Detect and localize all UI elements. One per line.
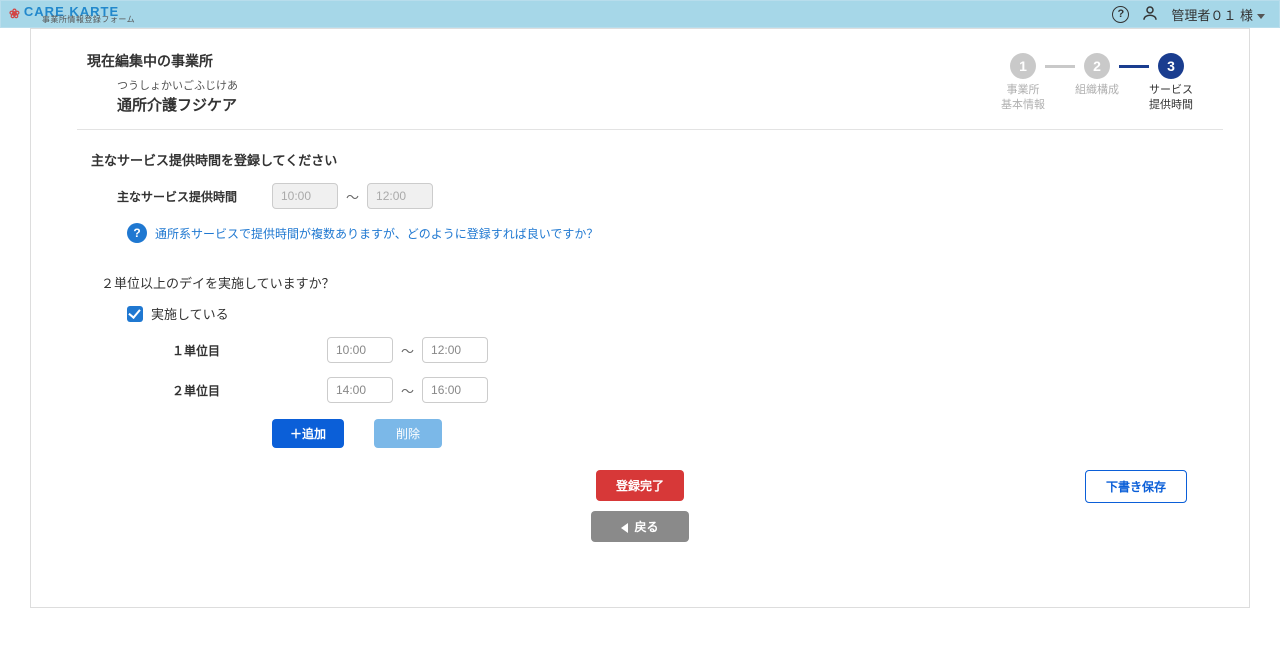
step3-circle: 3: [1158, 53, 1184, 79]
help-icon[interactable]: ?: [1112, 6, 1129, 23]
topbar-right: ? 管理者０１ 様: [1112, 4, 1265, 25]
help-text: 通所系サービスで提供時間が複数ありますが、どのように登録すれば良いですか？: [155, 225, 598, 242]
tilde: 〜: [401, 381, 414, 400]
person-icon: [1141, 4, 1159, 25]
facility-ruby: つうしょかいごふじけあ: [117, 77, 238, 93]
step1-label: 事業所基本情報: [1001, 83, 1045, 113]
back-button[interactable]: 戻る: [591, 511, 688, 542]
step3-label: サービス提供時間: [1149, 83, 1193, 113]
editing-heading: 現在編集中の事業所: [87, 51, 238, 71]
step-connector: [1119, 65, 1149, 68]
main-time-from[interactable]: [272, 183, 338, 209]
separator: [77, 129, 1223, 130]
brand-block: ❀ CARE KARTE 事業所情報登録フォーム: [9, 5, 135, 24]
back-label: 戻る: [634, 520, 658, 534]
unit1-from[interactable]: [327, 337, 393, 363]
topbar: ❀ CARE KARTE 事業所情報登録フォーム ? 管理者０１ 様: [0, 0, 1280, 28]
checkbox-label: 実施している: [151, 304, 229, 323]
tilde: 〜: [401, 341, 414, 360]
question-mark-icon: ?: [127, 223, 147, 243]
unit1-label: １単位目: [172, 342, 327, 359]
user-menu[interactable]: 管理者０１ 様: [1171, 5, 1265, 24]
implementing-checkbox[interactable]: 実施している: [127, 304, 1193, 323]
delete-button[interactable]: 削除: [374, 419, 442, 448]
brand-logo-icon: ❀: [9, 6, 20, 22]
main-time-to[interactable]: [367, 183, 433, 209]
checkbox-icon: [127, 306, 143, 322]
main-time-label: 主なサービス提供時間: [117, 188, 272, 205]
user-name: 管理者０１ 様: [1171, 8, 1253, 23]
page-card: 現在編集中の事業所 つうしょかいごふじけあ 通所介護フジケア 1 事業所基本情報…: [30, 28, 1250, 608]
draft-save-button[interactable]: 下書き保存: [1085, 470, 1187, 503]
step2-label: 組織構成: [1075, 83, 1119, 98]
chevron-down-icon: [1257, 14, 1265, 19]
step2-circle: 2: [1084, 53, 1110, 79]
unit1-to[interactable]: [422, 337, 488, 363]
multi-unit-question: ２単位以上のデイを実施していますか？: [101, 273, 1193, 292]
register-button[interactable]: 登録完了: [596, 470, 684, 501]
facility-name: 通所介護フジケア: [117, 94, 238, 115]
add-button[interactable]: ＋追加: [272, 419, 344, 448]
help-link[interactable]: ? 通所系サービスで提供時間が複数ありますが、どのように登録すれば良いですか？: [127, 223, 1193, 243]
unit2-label: ２単位目: [172, 382, 327, 399]
tilde: 〜: [346, 187, 359, 206]
brand-subtitle: 事業所情報登録フォーム: [42, 16, 135, 24]
unit2-to[interactable]: [422, 377, 488, 403]
step1-circle: 1: [1010, 53, 1036, 79]
unit2-from[interactable]: [327, 377, 393, 403]
progress-stepper: 1 事業所基本情報 2 組織構成 3 サービス提供時間: [1001, 51, 1193, 113]
section1-heading: 主なサービス提供時間を登録してください: [91, 150, 1193, 169]
step-connector: [1045, 65, 1075, 68]
triangle-left-icon: [621, 523, 628, 533]
